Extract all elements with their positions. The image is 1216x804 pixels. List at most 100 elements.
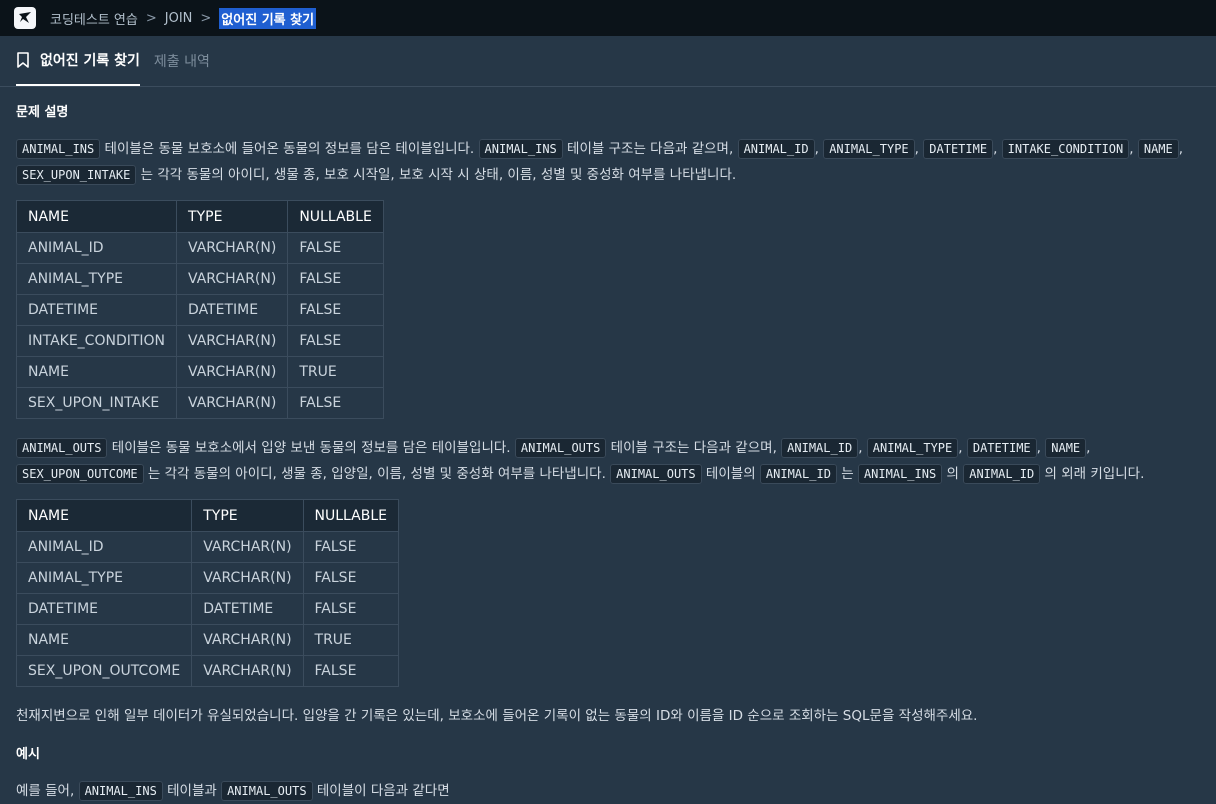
inline-code: ANIMAL_OUTS — [610, 464, 702, 484]
inline-code: INTAKE_CONDITION — [1001, 139, 1130, 159]
inline-code: ANIMAL_OUTS — [514, 438, 607, 458]
table-cell: DATETIME — [191, 593, 304, 625]
text: 는 각각 동물의 아이디, 생물 종, 보호 시작일, 보호 시작 시 상태, … — [136, 167, 737, 183]
text: 의 — [942, 466, 964, 482]
breadcrumb-current: 없어진 기록 찾기 — [219, 7, 317, 29]
problem-content: 문제 설명 ANIMAL_INS 테이블은 동물 보호소에 들어온 동물의 정보… — [0, 101, 1216, 804]
paragraph-animal-ins: ANIMAL_INS 테이블은 동물 보호소에 들어온 동물의 정보를 담은 테… — [16, 136, 1200, 188]
text: , — [1178, 141, 1184, 157]
inline-code: ANIMAL_OUTS — [221, 781, 313, 801]
text: , — [993, 141, 1002, 157]
table-cell: TRUE — [302, 624, 400, 656]
table-cell: FALSE — [287, 232, 384, 264]
top-bar: 코딩테스트 연습 > JOIN > 없어진 기록 찾기 — [0, 0, 1216, 36]
table-cell: DATETIME — [176, 294, 289, 326]
table-row: INTAKE_CONDITION VARCHAR(N) FALSE — [15, 325, 384, 357]
programmers-logo-icon[interactable] — [14, 7, 36, 29]
bookmark-icon[interactable] — [16, 52, 30, 68]
table-row: ANIMAL_TYPE VARCHAR(N) FALSE — [15, 263, 384, 295]
table-cell: FALSE — [287, 263, 384, 295]
table-cell: ANIMAL_TYPE — [15, 263, 178, 295]
text: 예를 들어, — [16, 783, 79, 799]
inline-code: ANIMAL_INS — [478, 139, 563, 159]
table-row: ANIMAL_ID VARCHAR(N) FALSE — [15, 531, 400, 563]
tab-submissions[interactable]: 제출 내역 — [154, 36, 210, 86]
table-cell: NAME — [15, 356, 178, 388]
inline-code: ANIMAL_INS — [78, 781, 163, 801]
table-cell: DATETIME — [15, 294, 178, 326]
paragraph-example: 예를 들어, ANIMAL_INS 테이블과 ANIMAL_OUTS 테이블이 … — [16, 778, 1200, 804]
inline-code: ANIMAL_ID — [781, 438, 859, 458]
question-text: 천재지변으로 인해 일부 데이터가 유실되었습니다. 입양을 간 기록은 있는데… — [16, 708, 978, 724]
table-cell: FALSE — [302, 655, 400, 687]
inline-code: ANIMAL_TYPE — [823, 139, 915, 159]
table-cell: VARCHAR(N) — [191, 624, 304, 656]
text: , — [1086, 440, 1091, 456]
text: , — [1129, 141, 1138, 157]
text: , — [814, 141, 824, 157]
table-header-row: NAME TYPE NULLABLE — [15, 499, 400, 532]
chevron-right-icon: > — [200, 10, 212, 26]
paragraph-animal-outs: ANIMAL_OUTS 테이블은 동물 보호소에서 입양 보낸 동물의 정보를 … — [16, 435, 1200, 487]
table-animal-ins: NAME TYPE NULLABLE ANIMAL_ID VARCHAR(N) FA… — [15, 200, 384, 419]
section-title-description: 문제 설명 — [16, 105, 69, 120]
breadcrumb-item-coding-test[interactable]: 코딩테스트 연습 — [50, 9, 138, 28]
breadcrumb-item-join[interactable]: JOIN — [165, 11, 193, 26]
table-header-cell: NULLABLE — [302, 499, 400, 532]
table-cell: TRUE — [287, 356, 384, 388]
text: 테이블 구조는 다음과 같으며, — [562, 141, 738, 157]
table-row: ANIMAL_TYPE VARCHAR(N) FALSE — [15, 562, 400, 594]
text: 테이블과 — [162, 783, 222, 799]
table-cell: VARCHAR(N) — [176, 325, 289, 357]
table-cell: NAME — [15, 624, 193, 656]
text: 테이블 구조는 다음과 같으며, — [606, 440, 782, 456]
table-row: SEX_UPON_OUTCOME VARCHAR(N) FALSE — [15, 655, 400, 687]
table-header-cell: TYPE — [176, 200, 289, 233]
tab-submissions-label: 제출 내역 — [153, 54, 210, 70]
table-row: DATETIME DATETIME FALSE — [15, 294, 384, 326]
inline-code: ANIMAL_TYPE — [866, 438, 959, 458]
table-cell: SEX_UPON_INTAKE — [15, 387, 178, 419]
text: 의 외래 키입니다. — [1040, 466, 1145, 482]
text: 테이블이 다음과 같다면 — [312, 783, 450, 799]
text: , — [858, 440, 867, 456]
inline-code: ANIMAL_ID — [737, 139, 815, 159]
tab-problem-label: 없어진 기록 찾기 — [40, 53, 140, 69]
table-cell: FALSE — [287, 294, 384, 326]
table-header-cell: TYPE — [191, 499, 304, 532]
table-cell: INTAKE_CONDITION — [15, 325, 178, 357]
inline-code: ANIMAL_INS — [857, 464, 943, 484]
text: , — [1036, 440, 1046, 456]
text: 는 각각 동물의 아이디, 생물 종, 입양일, 이름, 성별 및 중성화 여부… — [143, 466, 611, 482]
table-cell: FALSE — [287, 387, 384, 419]
table-cell: VARCHAR(N) — [191, 655, 304, 687]
table-header-cell: NULLABLE — [287, 200, 384, 233]
table-cell: FALSE — [287, 325, 384, 357]
table-cell: FALSE — [302, 531, 400, 563]
inline-code: ANIMAL_OUTS — [16, 438, 108, 458]
inline-code: SEX_UPON_OUTCOME — [16, 464, 144, 484]
inline-code: SEX_UPON_INTAKE — [16, 165, 137, 185]
table-cell: VARCHAR(N) — [176, 232, 289, 264]
table-cell: VARCHAR(N) — [176, 356, 289, 388]
table-cell: SEX_UPON_OUTCOME — [15, 655, 193, 687]
section-title-example: 예시 — [16, 747, 40, 762]
table-cell: VARCHAR(N) — [176, 263, 289, 295]
inline-code: ANIMAL_ID — [759, 464, 837, 484]
table-row: NAME VARCHAR(N) TRUE — [15, 356, 384, 388]
table-cell: VARCHAR(N) — [176, 387, 289, 419]
table-header-cell: NAME — [15, 200, 178, 233]
chevron-right-icon: > — [145, 10, 157, 26]
inline-code: DATETIME — [923, 139, 994, 159]
inline-code: DATETIME — [966, 438, 1037, 458]
table-cell: ANIMAL_ID — [15, 232, 178, 264]
table-cell: DATETIME — [15, 593, 193, 625]
table-cell: ANIMAL_TYPE — [15, 562, 193, 594]
text: 테이블은 동물 보호소에서 입양 보낸 동물의 정보를 담은 테이블입니다. — [107, 440, 515, 456]
table-cell: VARCHAR(N) — [191, 531, 304, 563]
text: 테이블은 동물 보호소에 들어온 동물의 정보를 담은 테이블입니다. — [100, 141, 479, 157]
tab-problem[interactable]: 없어진 기록 찾기 — [16, 36, 140, 86]
inline-code: NAME — [1045, 438, 1087, 458]
table-row: SEX_UPON_INTAKE VARCHAR(N) FALSE — [15, 387, 384, 419]
text: , — [958, 440, 967, 456]
